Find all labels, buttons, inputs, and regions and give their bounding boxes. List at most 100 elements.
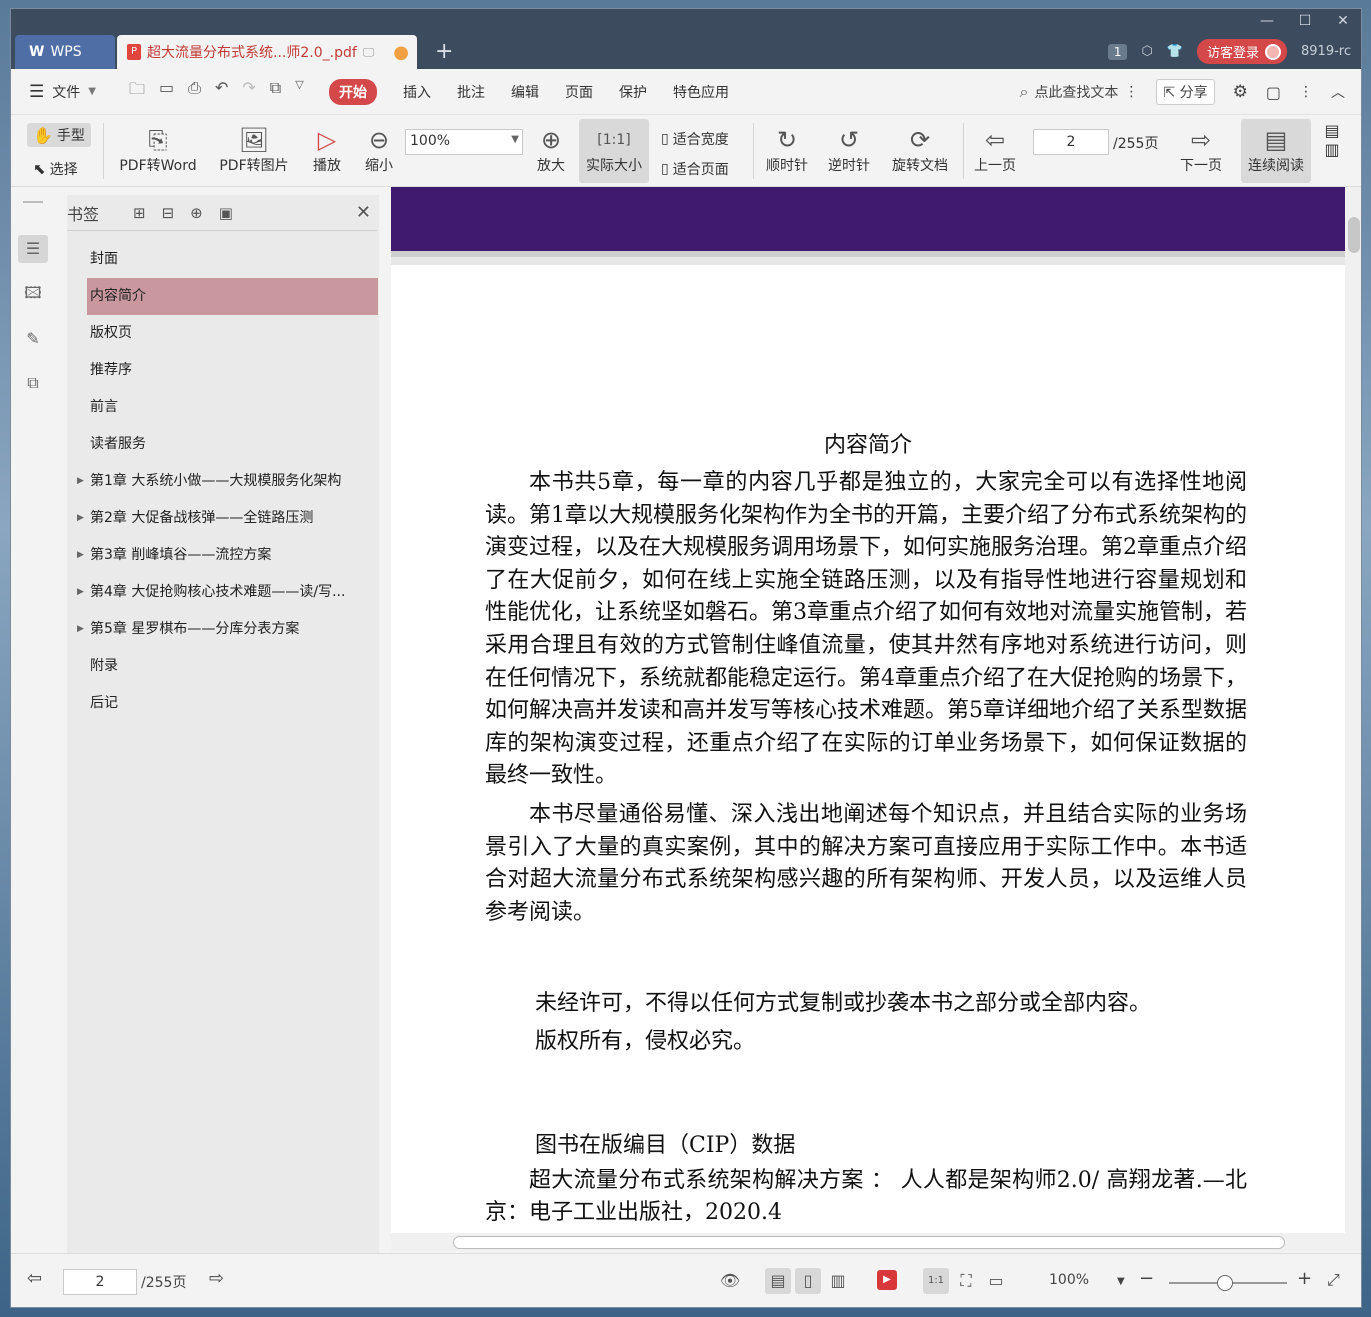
continuous-read-button[interactable]: ▤ 连续阅读 bbox=[1241, 119, 1311, 183]
actual-size-icon[interactable]: 1:1 bbox=[923, 1268, 949, 1294]
bookmark-panel-icon[interactable]: ☰ bbox=[18, 235, 48, 263]
rotate-cw-button[interactable]: ↻ 顺时针 bbox=[761, 125, 813, 175]
bookmark-item[interactable]: 读者服务 bbox=[67, 426, 378, 463]
expand-caret-icon[interactable]: ▶ bbox=[77, 611, 84, 648]
gear-icon[interactable]: ⚙ bbox=[1233, 82, 1248, 102]
zoom-plus-icon[interactable]: + bbox=[1297, 1268, 1312, 1289]
scrollbar-thumb[interactable] bbox=[453, 1236, 1285, 1249]
zoom-out-button[interactable]: ⊖ 缩小 bbox=[359, 125, 399, 175]
tab-annotate[interactable]: 批注 bbox=[457, 82, 485, 102]
maximize-icon[interactable]: ☐ bbox=[1297, 13, 1313, 29]
zoom-slider[interactable] bbox=[1169, 1275, 1287, 1291]
bookmark-item[interactable]: 推荐序 bbox=[67, 352, 378, 389]
pdf-to-image-button[interactable]: 🖼 PDF转图片 bbox=[213, 125, 295, 175]
continuous-view-icon[interactable]: ▤ bbox=[765, 1268, 791, 1294]
tab-start[interactable]: 开始 bbox=[329, 78, 377, 105]
single-page-view-button[interactable]: ▤ ▥ bbox=[1319, 121, 1345, 159]
more-vert-icon[interactable]: ⋮ bbox=[1299, 84, 1313, 100]
new-tab-button[interactable]: + bbox=[435, 39, 453, 64]
tab-page[interactable]: 页面 bbox=[565, 82, 593, 102]
undo-icon[interactable]: ↶ bbox=[215, 78, 228, 105]
fit-page-icon[interactable]: ⛶ bbox=[953, 1268, 979, 1294]
next-page-button[interactable]: ⇨ 下一页 bbox=[1175, 125, 1227, 175]
annotation-panel-icon[interactable]: ✎ bbox=[18, 325, 48, 353]
select-tool-button[interactable]: ⬉ 选择 bbox=[33, 159, 78, 179]
expand-caret-icon[interactable]: ▶ bbox=[77, 500, 84, 537]
tab-wps-home[interactable]: W WPS bbox=[15, 35, 115, 69]
rotate-document-button[interactable]: ⟳ 旋转文档 bbox=[887, 125, 953, 175]
shirt-icon[interactable]: 👕 bbox=[1167, 44, 1183, 59]
double-page-icon[interactable]: ▥ bbox=[825, 1268, 851, 1294]
zoom-in-button[interactable]: ⊕ 放大 bbox=[531, 125, 571, 175]
play-button[interactable]: ▷ 播放 bbox=[307, 125, 347, 175]
thumbnail-panel-icon[interactable]: 🖾 bbox=[18, 279, 48, 307]
expand-all-icon[interactable]: ⊞ bbox=[133, 204, 146, 222]
fit-page-button[interactable]: ▯ 适合页面 bbox=[661, 159, 729, 179]
collapse-ribbon-icon[interactable]: ︿ bbox=[1331, 82, 1345, 102]
bookmark-item[interactable]: ▶ 第1章 大系统小做——大规模服务化架构 bbox=[67, 463, 378, 500]
zoom-dropdown-icon[interactable]: ▼ bbox=[1117, 1276, 1125, 1287]
close-icon[interactable]: ✕ bbox=[356, 202, 371, 223]
pdf-to-word-button[interactable]: ⎘ PDF转Word bbox=[113, 125, 203, 175]
redo-icon[interactable]: ↷ bbox=[242, 78, 255, 105]
tab-edit[interactable]: 编辑 bbox=[511, 82, 539, 102]
bookmark-item[interactable]: 前言 bbox=[67, 389, 378, 426]
close-window-icon[interactable]: ✕ bbox=[1335, 13, 1351, 29]
hand-tool-button[interactable]: ✋ 手型 bbox=[27, 123, 91, 147]
horizontal-scrollbar[interactable] bbox=[391, 1233, 1345, 1251]
bookmark-item[interactable]: ▶ 第2章 大促备战核弹——全链路压测 bbox=[67, 500, 378, 537]
export-icon[interactable]: ⧉ bbox=[270, 78, 281, 105]
bookmark-item[interactable]: ▶ 第5章 星罗棋布——分库分表方案 bbox=[67, 611, 378, 648]
bookmark-item[interactable]: 封面 bbox=[67, 241, 378, 278]
tab-protect[interactable]: 保护 bbox=[619, 82, 647, 102]
actual-size-button[interactable]: [1:1] 实际大小 bbox=[579, 119, 649, 183]
more-chevron-icon[interactable]: ▽ bbox=[295, 78, 303, 105]
scrollbar-thumb[interactable] bbox=[1348, 217, 1360, 253]
search-text-button[interactable]: ⌕ 点此查找文本 ⋮ bbox=[1019, 82, 1138, 102]
prev-page-button[interactable]: ⇦ 上一页 bbox=[969, 125, 1021, 175]
bookmark-item[interactable]: 后记 bbox=[67, 685, 378, 722]
play-icon[interactable]: ▶ bbox=[877, 1270, 897, 1290]
comment-icon[interactable]: ▢ bbox=[1266, 83, 1281, 102]
expand-caret-icon[interactable]: ▶ bbox=[77, 537, 84, 574]
zoom-minus-icon[interactable]: − bbox=[1139, 1268, 1154, 1289]
vertical-scrollbar[interactable] bbox=[1345, 187, 1361, 1251]
bookmark-item[interactable]: ▶ 第4章 大促抢购核心技术难题——读/写... bbox=[67, 574, 378, 611]
minimize-icon[interactable]: — bbox=[1259, 13, 1275, 29]
skin-icon[interactable]: ⬡ bbox=[1141, 44, 1152, 59]
bookmark-item-selected[interactable]: 内容简介 bbox=[87, 278, 378, 315]
single-page-icon[interactable]: ▯ bbox=[795, 1268, 821, 1294]
add-bookmark-icon[interactable]: ⊕ bbox=[190, 204, 203, 222]
file-menu[interactable]: ☰ 文件 ▼ bbox=[11, 82, 119, 102]
rotate-ccw-button[interactable]: ↺ 逆时针 bbox=[823, 125, 875, 175]
next-page-icon[interactable]: ⇨ bbox=[209, 1268, 224, 1289]
share-button[interactable]: ⇱ 分享 bbox=[1156, 79, 1215, 105]
window-count-badge[interactable]: 1 bbox=[1107, 43, 1128, 60]
document-viewport[interactable]: 内容简介 本书共5章，每一章的内容几乎都是独立的，大家完全可以有选择性地阅读。第… bbox=[391, 187, 1361, 1251]
signature-panel-icon[interactable]: ⧉ bbox=[18, 369, 48, 397]
zoom-slider-knob[interactable] bbox=[1217, 1275, 1233, 1291]
bookmark-options-icon[interactable]: ▣ bbox=[219, 204, 233, 222]
bookmark-item[interactable]: ▶ 第3章 削峰填谷——流控方案 bbox=[67, 537, 378, 574]
prev-page-icon[interactable]: ⇦ bbox=[27, 1268, 42, 1289]
tab-document[interactable]: P 超大流量分布式系统...师2.0_.pdf 🖵 ● bbox=[117, 35, 417, 69]
save-icon[interactable]: ▭ bbox=[159, 78, 174, 105]
expand-caret-icon[interactable]: ▶ bbox=[77, 574, 84, 611]
tab-features[interactable]: 特色应用 bbox=[673, 82, 729, 102]
page-number-input[interactable]: 2 bbox=[1033, 129, 1109, 155]
bookmark-item[interactable]: 附录 bbox=[67, 648, 378, 685]
zoom-select[interactable]: 100% ▼ bbox=[405, 129, 523, 155]
expand-caret-icon[interactable]: ▶ bbox=[77, 463, 84, 500]
open-folder-icon[interactable]: 🗀 bbox=[129, 78, 145, 105]
fit-width-icon[interactable]: ▭ bbox=[983, 1268, 1009, 1294]
tab-insert[interactable]: 插入 bbox=[403, 82, 431, 102]
status-zoom-value[interactable]: 100% bbox=[1049, 1272, 1089, 1288]
fullscreen-icon[interactable]: ⤢ bbox=[1327, 1270, 1340, 1290]
fit-width-button[interactable]: ▯ 适合宽度 bbox=[661, 129, 729, 149]
eye-protection-icon[interactable]: 👁 bbox=[717, 1268, 743, 1294]
bookmark-item[interactable]: 版权页 bbox=[67, 315, 378, 352]
collapse-all-icon[interactable]: ⊟ bbox=[162, 204, 175, 222]
status-page-input[interactable]: 2 bbox=[63, 1269, 137, 1295]
login-button[interactable]: 访客登录 bbox=[1197, 39, 1288, 64]
print-icon[interactable]: ⎙ bbox=[188, 78, 201, 105]
